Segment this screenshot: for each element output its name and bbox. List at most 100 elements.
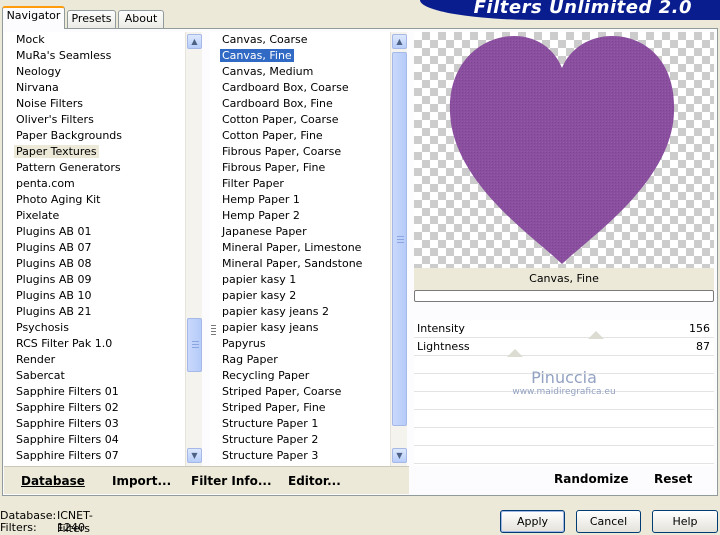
- category-item[interactable]: Sapphire Filters 02: [4, 400, 185, 416]
- app-title: Filters Unlimited 2.0: [473, 0, 692, 18]
- filter-item-label: Recycling Paper: [222, 369, 310, 382]
- category-item-label: Pixelate: [16, 209, 60, 222]
- filter-item-label: Papyrus: [222, 337, 266, 350]
- category-item[interactable]: Sapphire Filters 03: [4, 416, 185, 432]
- category-item[interactable]: Plugins AB 01: [4, 224, 185, 240]
- cancel-button[interactable]: Cancel: [576, 510, 641, 533]
- database-button[interactable]: Database: [21, 474, 85, 488]
- empty-slider[interactable]: [414, 410, 714, 428]
- filter-item[interactable]: Canvas, Coarse: [210, 32, 390, 48]
- category-item[interactable]: Plugins AB 09: [4, 272, 185, 288]
- tab-about[interactable]: About: [118, 10, 164, 28]
- filter-item-label: Canvas, Coarse: [222, 33, 308, 46]
- filter-info-button[interactable]: Filter Info...: [191, 474, 272, 488]
- category-item[interactable]: Paper Backgrounds: [4, 128, 185, 144]
- filter-item[interactable]: Structure Paper 2: [210, 432, 390, 448]
- category-list[interactable]: Mock MuRa's Seamless Neology Nirvana Noise F…: [4, 32, 185, 466]
- filter-item[interactable]: Hemp Paper 1: [210, 192, 390, 208]
- scroll-up-icon[interactable]: ▲: [392, 34, 407, 49]
- filter-item[interactable]: Cotton Paper, Fine: [210, 128, 390, 144]
- filter-item-label: Striped Paper, Coarse: [222, 385, 342, 398]
- category-item-label: Paper Backgrounds: [16, 129, 123, 142]
- editor-button[interactable]: Editor...: [288, 474, 341, 488]
- lightness-slider[interactable]: Lightness 87: [414, 338, 714, 356]
- category-item[interactable]: Plugins AB 07: [4, 240, 185, 256]
- filter-item[interactable]: Fibrous Paper, Coarse: [210, 144, 390, 160]
- category-scrollbar[interactable]: ▲ ▼: [185, 32, 202, 466]
- category-item-label: Plugins AB 07: [16, 241, 92, 254]
- category-item[interactable]: Noise Filters: [4, 96, 185, 112]
- filter-item[interactable]: papier kasy jeans 2: [210, 304, 390, 320]
- category-item[interactable]: Neology: [4, 64, 185, 80]
- intensity-slider[interactable]: Intensity 156: [414, 320, 714, 338]
- filter-list[interactable]: Canvas, Coarse Canvas, Fine Canvas, Medium…: [210, 32, 390, 466]
- filter-item[interactable]: Striped Paper, Coarse: [210, 384, 390, 400]
- filter-item[interactable]: Japanese Paper: [210, 224, 390, 240]
- filter-item-label: papier kasy jeans 2: [222, 305, 329, 318]
- filter-item[interactable]: Canvas, Medium: [210, 64, 390, 80]
- empty-slider[interactable]: [414, 428, 714, 446]
- category-item[interactable]: Sabercat: [4, 368, 185, 384]
- category-item[interactable]: MuRa's Seamless: [4, 48, 185, 64]
- category-item[interactable]: Photo Aging Kit: [4, 192, 185, 208]
- filter-item[interactable]: Hemp Paper 2: [210, 208, 390, 224]
- filter-item[interactable]: Fibrous Paper, Fine: [210, 160, 390, 176]
- category-item[interactable]: Psychosis: [4, 320, 185, 336]
- tab-presets[interactable]: Presets: [67, 10, 116, 28]
- category-item[interactable]: Plugins AB 08: [4, 256, 185, 272]
- category-item[interactable]: Pixelate: [4, 208, 185, 224]
- category-item[interactable]: Plugins AB 10: [4, 288, 185, 304]
- filter-scrollbar[interactable]: ▲ ▼: [390, 32, 407, 466]
- filter-item[interactable]: Canvas, Fine: [210, 48, 390, 64]
- category-item[interactable]: Pattern Generators: [4, 160, 185, 176]
- category-item-label: Sapphire Filters 02: [16, 401, 119, 414]
- filter-item[interactable]: Cardboard Box, Coarse: [210, 80, 390, 96]
- filter-item[interactable]: Papyrus: [210, 336, 390, 352]
- filter-item[interactable]: Cardboard Box, Fine: [210, 96, 390, 112]
- randomize-button[interactable]: Randomize: [554, 472, 628, 486]
- category-item[interactable]: Plugins AB 21: [4, 304, 185, 320]
- empty-slider[interactable]: [414, 446, 714, 464]
- category-item[interactable]: RCS Filter Pak 1.0: [4, 336, 185, 352]
- category-item[interactable]: Mock: [4, 32, 185, 48]
- intensity-thumb-icon[interactable]: [588, 331, 604, 339]
- filter-item[interactable]: papier kasy 2: [210, 288, 390, 304]
- help-button[interactable]: Help: [652, 510, 718, 533]
- category-item[interactable]: Oliver's Filters: [4, 112, 185, 128]
- scroll-thumb[interactable]: [187, 318, 202, 372]
- filter-item-label: Structure Paper 1: [222, 417, 319, 430]
- filter-item[interactable]: Filter Paper: [210, 176, 390, 192]
- filters-status-value: 1240: [57, 521, 85, 534]
- category-item[interactable]: Sapphire Filters 04: [4, 432, 185, 448]
- category-item[interactable]: Paper Textures: [4, 144, 185, 160]
- filter-item[interactable]: Structure Paper 3: [210, 448, 390, 464]
- category-item[interactable]: Sapphire Filters 07: [4, 448, 185, 464]
- filter-item[interactable]: Striped Paper, Fine: [210, 400, 390, 416]
- category-item[interactable]: Render: [4, 352, 185, 368]
- filter-item[interactable]: papier kasy 1: [210, 272, 390, 288]
- filter-item[interactable]: Rag Paper: [210, 352, 390, 368]
- filter-item[interactable]: Mineral Paper, Limestone: [210, 240, 390, 256]
- scroll-down-icon[interactable]: ▼: [187, 448, 202, 463]
- filter-item[interactable]: Structure Paper 1: [210, 416, 390, 432]
- category-item-label: Sapphire Filters 04: [16, 433, 119, 446]
- import-button[interactable]: Import...: [112, 474, 171, 488]
- category-item-label: Psychosis: [16, 321, 69, 334]
- filter-item[interactable]: Mineral Paper, Sandstone: [210, 256, 390, 272]
- category-item[interactable]: penta.com: [4, 176, 185, 192]
- filter-item[interactable]: papier kasy jeans: [210, 320, 390, 336]
- apply-button[interactable]: Apply: [500, 510, 565, 533]
- filter-item-label: Rag Paper: [222, 353, 278, 366]
- scroll-up-icon[interactable]: ▲: [187, 34, 202, 49]
- reset-button[interactable]: Reset: [654, 472, 692, 486]
- lightness-thumb-icon[interactable]: [507, 349, 523, 357]
- category-item[interactable]: Nirvana: [4, 80, 185, 96]
- scroll-thumb[interactable]: [392, 52, 407, 426]
- filter-item[interactable]: Cotton Paper, Coarse: [210, 112, 390, 128]
- category-item-label: Photo Aging Kit: [16, 193, 101, 206]
- category-item[interactable]: Sapphire Filters 01: [4, 384, 185, 400]
- tab-navigator[interactable]: Navigator: [2, 6, 65, 29]
- scroll-down-icon[interactable]: ▼: [392, 448, 407, 463]
- filter-item-label: papier kasy 1: [222, 273, 297, 286]
- filter-item[interactable]: Recycling Paper: [210, 368, 390, 384]
